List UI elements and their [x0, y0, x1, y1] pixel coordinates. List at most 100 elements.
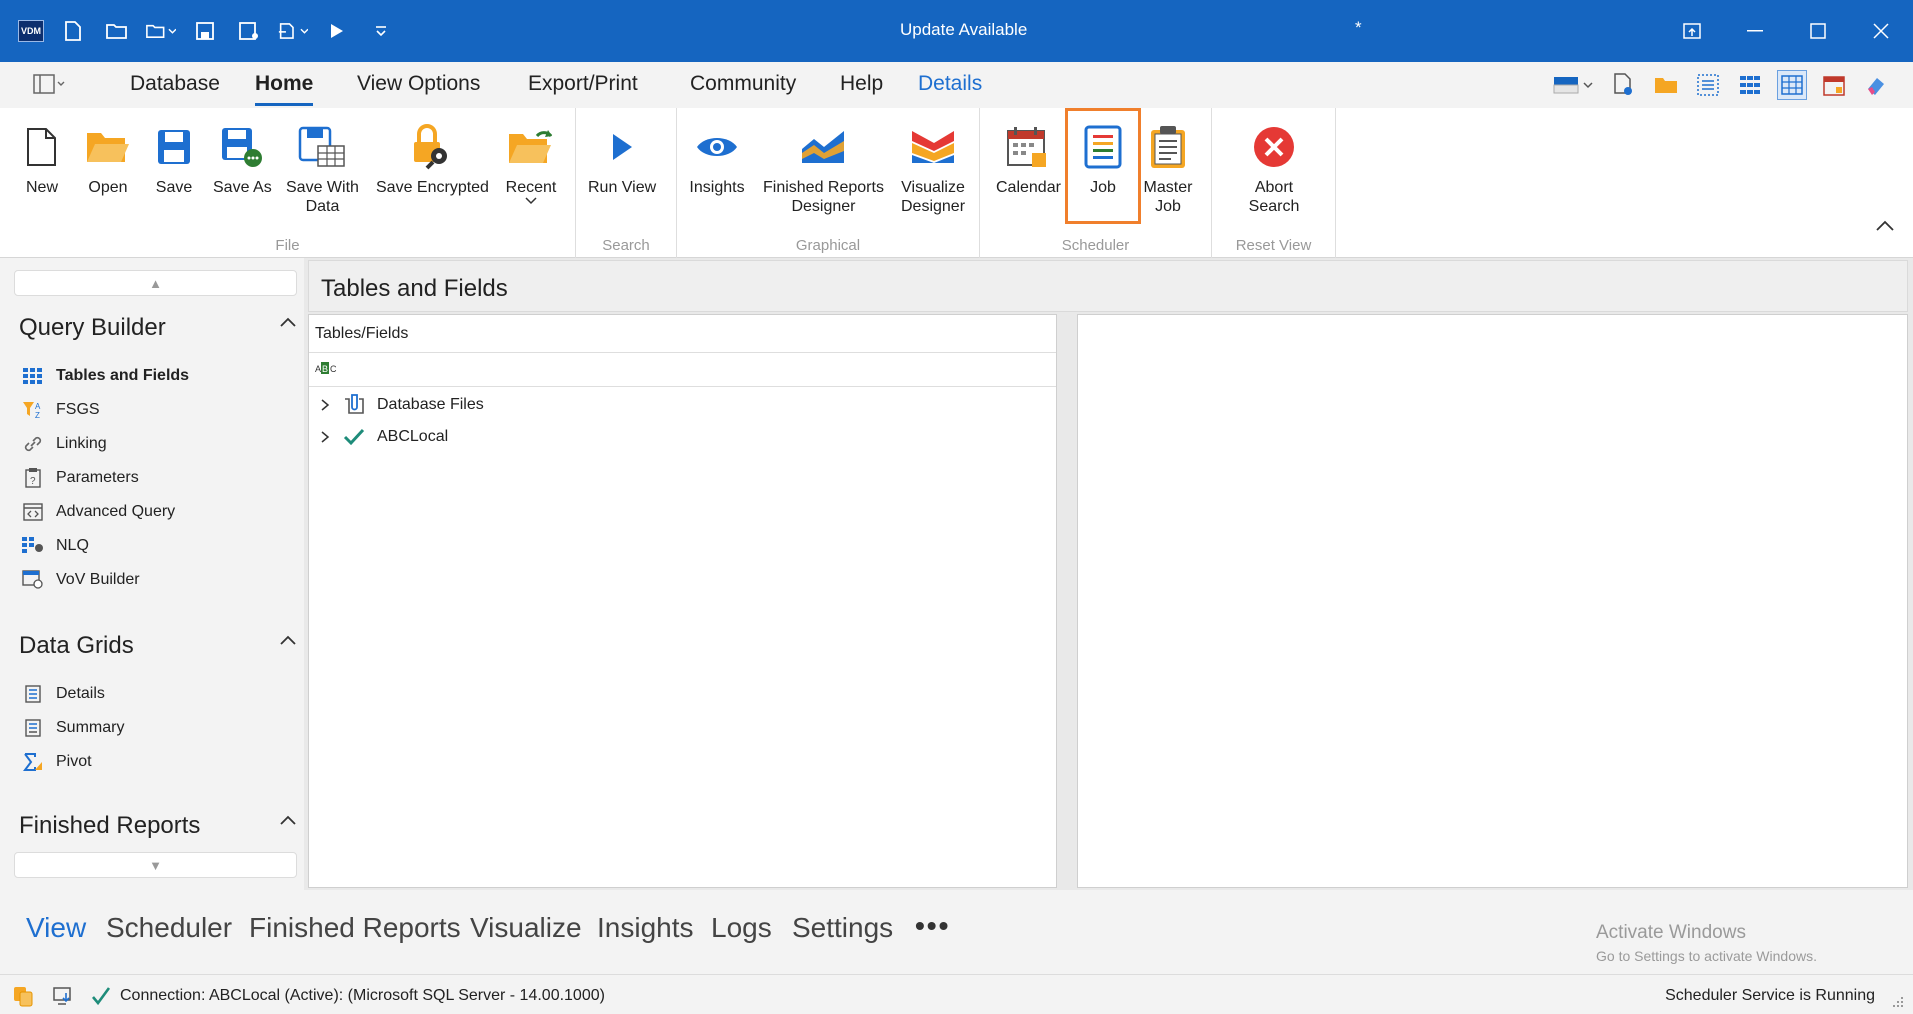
- nav-item-vov-builder[interactable]: VoV Builder: [22, 570, 140, 590]
- database-stack-icon[interactable]: [12, 985, 34, 1007]
- theme-color-dropdown[interactable]: [1551, 70, 1597, 100]
- section-header-data-grids[interactable]: Data Grids: [19, 632, 299, 660]
- theme-color-icon: [1553, 77, 1593, 94]
- bottom-tab-visualize[interactable]: Visualize: [470, 912, 582, 944]
- chevron-right-icon[interactable]: [319, 430, 331, 444]
- recent-folder-dropdown-icon[interactable]: [146, 16, 176, 46]
- tables-fields-panel: Tables/Fields ABC Database Files ABCLoca…: [308, 314, 1057, 888]
- bottom-tab-scheduler[interactable]: Scheduler: [106, 912, 232, 944]
- tab-home[interactable]: Home: [255, 72, 314, 106]
- chevron-up-icon: [280, 635, 296, 645]
- nav-item-parameters[interactable]: ? Parameters: [22, 468, 139, 488]
- save-button[interactable]: Save: [146, 116, 202, 197]
- run-icon[interactable]: [322, 16, 352, 46]
- tab-details[interactable]: Details: [918, 72, 982, 96]
- scroll-down-button[interactable]: ▼: [14, 852, 297, 878]
- save-with-data-button[interactable]: Save With Data: [286, 116, 359, 216]
- job-button[interactable]: Job: [1065, 108, 1141, 224]
- more-options-icon[interactable]: •••: [915, 910, 950, 942]
- tiles-view-icon[interactable]: [1735, 70, 1765, 100]
- open-button[interactable]: Open: [80, 116, 136, 197]
- bottom-tab-view[interactable]: View: [26, 912, 86, 944]
- list-view-icon[interactable]: [1693, 70, 1723, 100]
- resize-grip-icon[interactable]: [1891, 995, 1905, 1009]
- maximize-button[interactable]: [1787, 0, 1849, 62]
- bottom-tab-settings[interactable]: Settings: [792, 912, 893, 944]
- details-preview-panel: [1077, 314, 1908, 888]
- nav-item-advanced-query[interactable]: Advanced Query: [22, 502, 175, 522]
- minimize-button[interactable]: [1724, 0, 1786, 62]
- layout-toggle-icon[interactable]: [32, 72, 66, 101]
- ribbon-tabs: Database Home View Options Export/Print …: [0, 62, 1913, 108]
- tab-community[interactable]: Community: [690, 72, 796, 96]
- new-file-icon[interactable]: [58, 16, 88, 46]
- app-logo[interactable]: VDM: [18, 20, 44, 42]
- nav-item-nlq[interactable]: NLQ: [22, 536, 89, 556]
- new-document-icon: [14, 116, 70, 178]
- open-folder-icon[interactable]: [102, 16, 132, 46]
- grid-view-icon[interactable]: [1777, 70, 1807, 100]
- export-dropdown-icon[interactable]: [278, 16, 308, 46]
- finished-reports-designer-button[interactable]: Finished Reports Designer: [763, 116, 884, 216]
- group-label-reset-view: Reset View: [1235, 237, 1312, 254]
- customize-toolbar-icon[interactable]: [366, 16, 396, 46]
- run-view-button[interactable]: Run View: [588, 116, 656, 197]
- status-bar: Connection: ABCLocal (Active): (Microsof…: [0, 974, 1913, 1014]
- stacked-chart-icon: [905, 116, 961, 178]
- bottom-tab-insights[interactable]: Insights: [597, 912, 694, 944]
- nav-item-details[interactable]: Details: [22, 684, 105, 704]
- visualize-designer-button[interactable]: Visualize Designer: [901, 116, 965, 216]
- folder-icon[interactable]: [1651, 70, 1681, 100]
- bottom-tab-finished-reports[interactable]: Finished Reports: [249, 912, 461, 944]
- collapse-ribbon-button[interactable]: [1875, 219, 1899, 243]
- nav-item-summary[interactable]: Summary: [22, 718, 124, 738]
- restore-layout-button[interactable]: [1661, 0, 1723, 62]
- new-button[interactable]: New: [14, 116, 70, 197]
- section-header-query-builder[interactable]: Query Builder: [19, 314, 299, 342]
- nav-item-linking[interactable]: Linking: [22, 434, 107, 454]
- save-encrypted-button[interactable]: Save Encrypted: [376, 116, 489, 197]
- monitor-download-icon[interactable]: [52, 985, 74, 1007]
- abort-search-button[interactable]: Abort Search: [1246, 116, 1302, 216]
- filter-sort-icon: AZ: [22, 400, 44, 420]
- svg-text:A: A: [35, 402, 41, 411]
- chevron-up-icon: [280, 317, 296, 327]
- text-filter-icon: ABC: [315, 362, 337, 374]
- tab-export-print[interactable]: Export/Print: [528, 72, 638, 96]
- tab-view-options[interactable]: View Options: [357, 72, 480, 96]
- bottom-tab-logs[interactable]: Logs: [711, 912, 772, 944]
- activate-windows-watermark: Activate Windows Go to Settings to activ…: [1596, 922, 1817, 964]
- calendar-view-icon[interactable]: [1819, 70, 1849, 100]
- insights-button[interactable]: Insights: [689, 116, 745, 197]
- chevron-up-icon: [1876, 220, 1894, 231]
- save-as-button[interactable]: Save As: [213, 116, 272, 197]
- section-header-finished-reports[interactable]: Finished Reports: [19, 812, 299, 840]
- close-button[interactable]: [1850, 0, 1912, 62]
- tree-filter-row[interactable]: ABC: [309, 353, 1056, 387]
- eraser-icon[interactable]: [1861, 70, 1891, 100]
- chevron-right-icon[interactable]: [319, 398, 331, 412]
- calendar-button[interactable]: Calendar: [996, 116, 1061, 197]
- document-settings-icon[interactable]: [1609, 70, 1639, 100]
- link-icon: [22, 434, 44, 454]
- ribbon-group-scheduler: Calendar Job Master Job Scheduler: [980, 108, 1212, 258]
- area-chart-icon: [795, 116, 851, 178]
- nav-item-tables-and-fields[interactable]: Tables and Fields: [22, 366, 189, 386]
- ribbon-group-graphical: Insights Finished Reports Designer Visua…: [677, 108, 980, 258]
- nav-item-pivot[interactable]: Pivot: [22, 752, 92, 772]
- scroll-up-button[interactable]: ▲: [14, 270, 297, 296]
- recent-button[interactable]: Recent: [503, 116, 559, 205]
- save-icon[interactable]: [190, 16, 220, 46]
- tab-help[interactable]: Help: [840, 72, 883, 96]
- job-document-icon: [1075, 116, 1131, 178]
- pin-window-icon: [1683, 23, 1701, 39]
- ribbon-group-file: New Open Save Save As Save With Data Sav…: [0, 108, 576, 258]
- tab-database[interactable]: Database: [130, 72, 220, 96]
- close-icon: [1873, 23, 1889, 39]
- nav-item-fsgs[interactable]: AZ FSGS: [22, 400, 100, 420]
- tree-node-abclocal[interactable]: ABCLocal: [319, 426, 448, 448]
- save-as-icon[interactable]: [234, 16, 264, 46]
- master-job-button[interactable]: Master Job: [1140, 116, 1196, 216]
- tree-node-database-files[interactable]: Database Files: [319, 393, 484, 417]
- group-label-search: Search: [602, 237, 650, 254]
